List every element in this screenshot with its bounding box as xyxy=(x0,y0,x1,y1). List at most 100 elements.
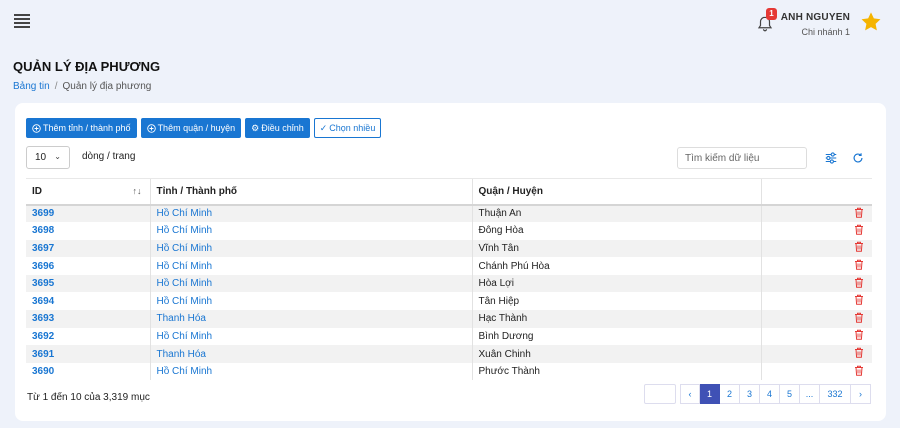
multi-select-label: Chọn nhiều xyxy=(329,123,376,133)
row-district: Hòa Lợi xyxy=(471,274,761,293)
sliders-icon[interactable] xyxy=(824,151,838,165)
pagination-summary: Từ 1 đến 10 của 3,319 mục xyxy=(27,392,150,403)
menu-icon[interactable] xyxy=(14,14,30,28)
table-row: 3698 Hồ Chí Minh Đông Hòa xyxy=(26,222,872,240)
table-row: 3690 Hồ Chí Minh Phước Thành xyxy=(26,362,872,381)
trash-icon[interactable] xyxy=(854,294,864,308)
plus-circle-icon xyxy=(32,123,41,133)
row-actions xyxy=(760,239,872,258)
row-id[interactable]: 3696 xyxy=(26,257,150,275)
trash-icon[interactable] xyxy=(854,242,864,255)
check-double-icon: ✓ xyxy=(319,122,328,133)
column-header-district[interactable]: Quận / Huyện xyxy=(471,178,761,206)
row-id[interactable]: 3698 xyxy=(26,222,150,240)
row-district: Phước Thành xyxy=(471,362,761,381)
page-size-select[interactable]: 10 ⌄ xyxy=(26,146,70,169)
trash-icon[interactable] xyxy=(854,224,864,238)
trash-icon[interactable] xyxy=(854,330,864,343)
table-row: 3693 Thanh Hóa Hạc Thành xyxy=(26,310,872,328)
row-id[interactable]: 3692 xyxy=(26,328,150,346)
pagination-next-button[interactable]: › xyxy=(851,384,871,404)
row-actions xyxy=(760,327,872,346)
row-actions xyxy=(760,292,872,311)
trash-icon[interactable] xyxy=(854,207,864,221)
rows-per-page-label: dòng / trang xyxy=(82,151,136,162)
trash-icon[interactable] xyxy=(854,365,864,379)
row-district: Vĩnh Tân xyxy=(471,239,761,258)
chevron-down-icon: ⌄ xyxy=(54,152,61,161)
page-title: QUẢN LÝ ĐỊA PHƯƠNG xyxy=(13,59,161,74)
row-id[interactable]: 3693 xyxy=(26,310,150,328)
add-province-button[interactable]: Thêm tỉnh / thành phố xyxy=(26,118,137,138)
search-input[interactable] xyxy=(677,147,807,169)
row-province[interactable]: Hồ Chí Minh xyxy=(149,362,472,381)
row-id[interactable]: 3694 xyxy=(26,292,150,310)
row-id[interactable]: 3690 xyxy=(26,363,150,381)
row-actions xyxy=(760,274,872,293)
trash-icon[interactable] xyxy=(854,277,864,291)
breadcrumb-current: Quản lý địa phương xyxy=(62,81,152,92)
pagination-page-1[interactable]: 1 xyxy=(700,384,720,404)
pagination: ‹ 1 2 3 4 5 ... 332 › xyxy=(644,384,871,404)
row-province[interactable]: Hồ Chí Minh xyxy=(149,327,472,346)
toolbar: Thêm tỉnh / thành phố Thêm quận / huyện … xyxy=(26,118,382,138)
table-row: 3694 Hồ Chí Minh Tân Hiệp xyxy=(26,292,872,311)
row-province[interactable]: Hồ Chí Minh xyxy=(149,239,472,258)
row-province[interactable]: Hồ Chí Minh xyxy=(149,274,472,293)
table-row: 3691 Thanh Hóa Xuân Chinh xyxy=(26,345,872,363)
row-id[interactable]: 3695 xyxy=(26,275,150,293)
plus-circle-icon xyxy=(146,123,156,133)
table-row: 3699 Hồ Chí Minh Thuận An xyxy=(26,204,872,223)
main-card: Thêm tỉnh / thành phố Thêm quận / huyện … xyxy=(15,103,886,421)
trash-icon[interactable] xyxy=(854,347,864,361)
gear-icon: ⚙ xyxy=(251,122,260,133)
row-province[interactable]: Thanh Hóa xyxy=(149,345,472,363)
row-district: Thuận An xyxy=(471,204,761,223)
trash-icon[interactable] xyxy=(854,312,864,326)
breadcrumb-home-link[interactable]: Bảng tin xyxy=(13,81,50,92)
row-province[interactable]: Hồ Chí Minh xyxy=(149,204,472,223)
table-row: 3696 Hồ Chí Minh Chánh Phú Hòa xyxy=(26,257,872,275)
add-district-button[interactable]: Thêm quận / huyện xyxy=(140,118,242,138)
refresh-icon[interactable] xyxy=(851,151,865,165)
pagination-page-2[interactable]: 2 xyxy=(720,384,740,404)
column-header-actions xyxy=(760,178,872,206)
row-actions xyxy=(760,204,872,223)
locality-table: ID ↑↓ Tỉnh / Thành phố Quận / Huyện 3699 H… xyxy=(26,178,872,381)
breadcrumb-separator: / xyxy=(54,81,58,92)
row-province[interactable]: Hồ Chí Minh xyxy=(149,257,472,275)
star-icon[interactable] xyxy=(860,11,882,33)
user-info[interactable]: ANH NGUYEN Chi nhánh 1 xyxy=(781,12,850,37)
sort-icon[interactable]: ↑↓ xyxy=(133,186,142,196)
adjust-label: Điều chỉnh xyxy=(261,123,304,133)
row-actions xyxy=(760,362,872,381)
column-header-province[interactable]: Tỉnh / Thành phố xyxy=(149,178,472,206)
pagination-page-last[interactable]: 332 xyxy=(820,384,851,404)
column-header-id[interactable]: ID ↑↓ xyxy=(26,178,150,206)
pagination-page-3[interactable]: 3 xyxy=(740,384,760,404)
pagination-spacer xyxy=(644,384,676,404)
row-province[interactable]: Thanh Hóa xyxy=(149,310,472,328)
row-id[interactable]: 3691 xyxy=(26,345,150,363)
row-district: Tân Hiệp xyxy=(471,292,761,311)
table-header-row: ID ↑↓ Tỉnh / Thành phố Quận / Huyện xyxy=(26,178,872,206)
row-id[interactable]: 3697 xyxy=(26,240,150,258)
table-row: 3692 Hồ Chí Minh Bình Dương xyxy=(26,327,872,346)
pagination-page-5[interactable]: 5 xyxy=(780,384,800,404)
user-branch: Chi nhánh 1 xyxy=(801,27,850,37)
row-district: Hạc Thành xyxy=(471,310,761,328)
row-district: Đông Hòa xyxy=(471,222,761,240)
trash-icon[interactable] xyxy=(854,259,864,273)
add-province-label: Thêm tỉnh / thành phố xyxy=(43,123,131,133)
row-province[interactable]: Hồ Chí Minh xyxy=(149,222,472,240)
row-district: Bình Dương xyxy=(471,327,761,346)
pagination-prev-button[interactable]: ‹ xyxy=(680,384,700,404)
pagination-ellipsis: ... xyxy=(800,384,820,404)
pagination-page-4[interactable]: 4 xyxy=(760,384,780,404)
row-actions xyxy=(760,222,872,240)
row-province[interactable]: Hồ Chí Minh xyxy=(149,292,472,311)
row-id[interactable]: 3699 xyxy=(26,205,150,223)
multi-select-button[interactable]: ✓ Chọn nhiều xyxy=(313,118,382,138)
table-row: 3695 Hồ Chí Minh Hòa Lợi xyxy=(26,274,872,293)
adjust-button[interactable]: ⚙ Điều chỉnh xyxy=(245,118,310,138)
